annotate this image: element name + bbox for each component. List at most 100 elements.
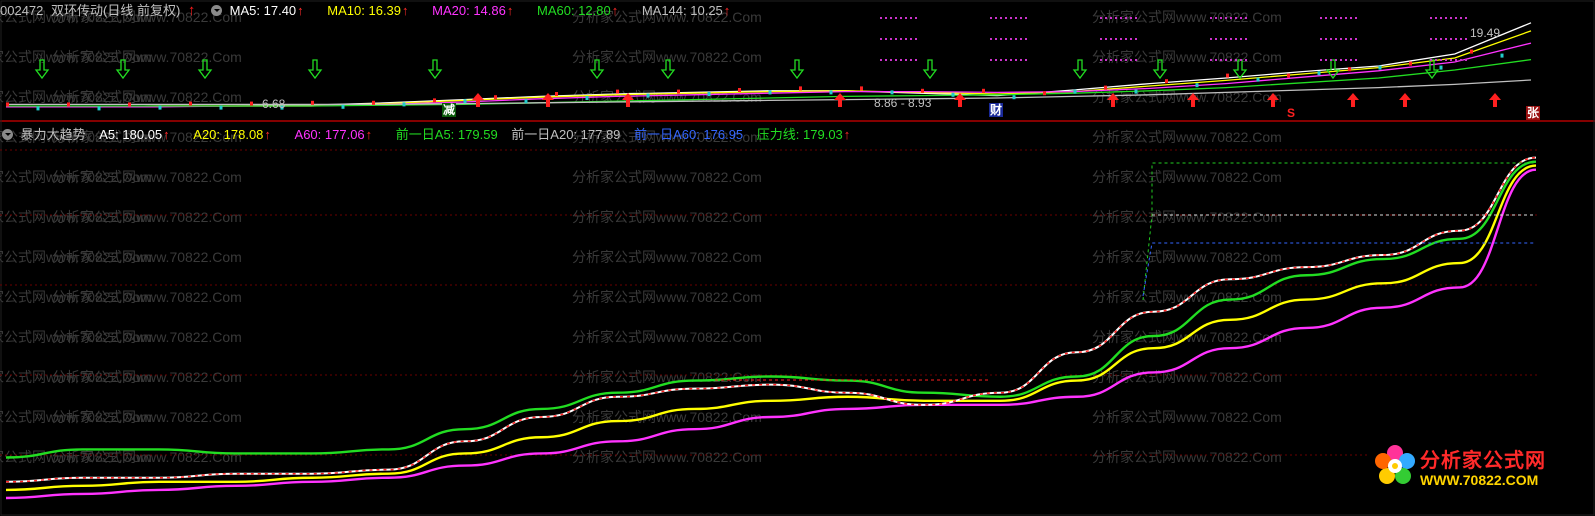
- buy-arrow-icon: [1072, 59, 1088, 80]
- indicator-name: 暴力大趋势: [20, 127, 86, 142]
- watermark-text: 分析家公式网www.70822.Com: [572, 249, 762, 265]
- buy-arrow-icon: [307, 59, 323, 80]
- price-panel-header: 002472 双环传动(日线 前复权) ↑ MA5: 17.40↑ MA10: …: [0, 2, 750, 20]
- watermark-text: 分析家公式网www.70822.Com: [572, 49, 762, 65]
- candle: [738, 88, 741, 92]
- candle: [1165, 79, 1168, 84]
- ma5-label: MA5: 17.40↑: [229, 3, 304, 18]
- ma144-label: MA144: 10.25↑: [641, 3, 731, 18]
- up-arrow-icon: ↑: [402, 3, 409, 18]
- candle: [67, 102, 70, 107]
- candle: [1287, 73, 1290, 78]
- candle: [1470, 49, 1473, 54]
- buy-arrow-icon: [789, 59, 805, 80]
- candle: [1134, 89, 1138, 94]
- candle: [1012, 95, 1016, 100]
- ma60-label: MA60: 12.80↑: [536, 3, 619, 18]
- candle: [1317, 71, 1321, 76]
- sell-arrow-icon: [1399, 93, 1411, 107]
- up-arrow-icon: ↑: [297, 3, 304, 18]
- dropdown-circle-icon[interactable]: [2, 129, 13, 140]
- candle: [951, 92, 955, 97]
- up-arrow-icon: ↑: [611, 3, 619, 18]
- candle: [982, 88, 985, 93]
- watermark-text: 分析家公式网www.70822.Com: [52, 289, 242, 305]
- pressure-line-label: 压力线: 179.03↑: [756, 127, 851, 142]
- candle: [311, 100, 314, 105]
- candle: [433, 98, 436, 103]
- candle: [646, 93, 650, 98]
- candle: [36, 106, 40, 111]
- up-arrow-icon: ↑: [723, 3, 731, 18]
- candle: [463, 99, 467, 104]
- marker-cai: 财: [989, 103, 1004, 117]
- watermark-text: 分析家公式网www.70822.Com: [1092, 289, 1282, 305]
- stock-code: 002472: [0, 3, 44, 18]
- a20-label: A20: 178.08↑: [193, 127, 271, 142]
- watermark-text: 分析家公式网www.70822.Com: [572, 289, 762, 305]
- candle: [890, 90, 894, 95]
- indicator-line-0: [5, 156, 1537, 483]
- a60-label: A60: 177.06↑: [294, 127, 373, 142]
- price-annotation: 6.68: [262, 97, 286, 111]
- watermark-text: 分析家公式网www.70822.Com: [1092, 249, 1282, 265]
- sell-arrow-icon: [472, 93, 484, 107]
- candle: [555, 92, 558, 96]
- dropdown-circle-icon[interactable]: [211, 5, 223, 16]
- chart-canvas[interactable]: 分析家公式网www.70822.Com 分析家公式网www.70822.Com 分析…: [0, 0, 1595, 516]
- watermark-text: 分析家公式网www.70822.Com: [1092, 409, 1282, 425]
- watermark-text: 分析家公式网www.70822.Com: [1092, 209, 1282, 225]
- candle: [707, 92, 711, 96]
- logo-title: 分析家公式网: [1420, 450, 1546, 472]
- candle: [1378, 65, 1382, 70]
- watermark-text: 分析家公式网www.70822.Com: [52, 329, 242, 345]
- candle: [1500, 53, 1504, 58]
- candle: [1104, 85, 1107, 90]
- marker-jian: 减: [442, 103, 457, 117]
- candle: [402, 102, 406, 107]
- candle: [1226, 73, 1229, 78]
- up-arrow-icon: ↑: [506, 3, 514, 18]
- watermark-text: 分析家公式网www.70822.Com: [52, 89, 242, 105]
- candle: [372, 100, 375, 105]
- watermark-text: 分析家公式网www.70822.Com: [1092, 449, 1282, 465]
- candle: [250, 101, 253, 106]
- sell-arrow-icon: [542, 93, 554, 107]
- up-arrow-icon: ↑: [264, 127, 271, 142]
- watermark-text: 分析家公式网www.70822.Com: [572, 329, 762, 345]
- up-arrow-icon: ↑: [163, 127, 170, 142]
- candle: [585, 96, 589, 100]
- stock-chart-window: 分析家公式网www.70822.Com 分析家公式网www.70822.Com 分析…: [0, 0, 1595, 516]
- site-logo: 分析家公式网 WWW.70822.COM: [1368, 438, 1554, 496]
- price-annotation: 8.86 - 8.93: [874, 96, 932, 110]
- indicator-panel-header: 暴力大趋势 A5: 180.05↑ A20: 178.08↑ A60: 177.…: [0, 126, 870, 144]
- marker-s: S: [1287, 106, 1296, 120]
- candle: [6, 102, 9, 107]
- watermark-text: 分析家公式网www.70822.Com: [52, 49, 242, 65]
- candle: [1439, 65, 1443, 70]
- candle: [921, 88, 924, 93]
- candle: [158, 105, 162, 110]
- candle: [1256, 77, 1260, 82]
- candle: [1195, 83, 1199, 88]
- price-annotation: 19.49: [1470, 26, 1500, 40]
- up-arrow-icon: ↑: [365, 127, 373, 142]
- sell-arrow-icon: [834, 93, 846, 107]
- watermark-text: 分析家公式网www.70822.Com: [572, 449, 762, 465]
- candle: [616, 89, 619, 94]
- watermark-text: 分析家公式网www.70822.Com: [52, 369, 242, 385]
- candle: [494, 95, 497, 100]
- watermark-text: 分析家公式网www.70822.Com: [52, 209, 242, 225]
- watermark-text: 分析家公式网www.70822.Com: [572, 169, 762, 185]
- buy-arrow-icon: [1424, 59, 1440, 80]
- prev-a20-label: 前一日A20: 177.89: [511, 127, 621, 142]
- candle: [219, 105, 223, 110]
- marker-zhang: 张: [1526, 106, 1541, 120]
- candle: [829, 90, 833, 95]
- candle: [1409, 61, 1412, 66]
- big-up-arrow-icon: ↑: [187, 2, 196, 19]
- candle: [524, 99, 528, 104]
- candle: [97, 106, 101, 111]
- sell-arrow-icon: [1489, 93, 1501, 107]
- stock-name: 双环传动(日线 前复权): [51, 3, 181, 18]
